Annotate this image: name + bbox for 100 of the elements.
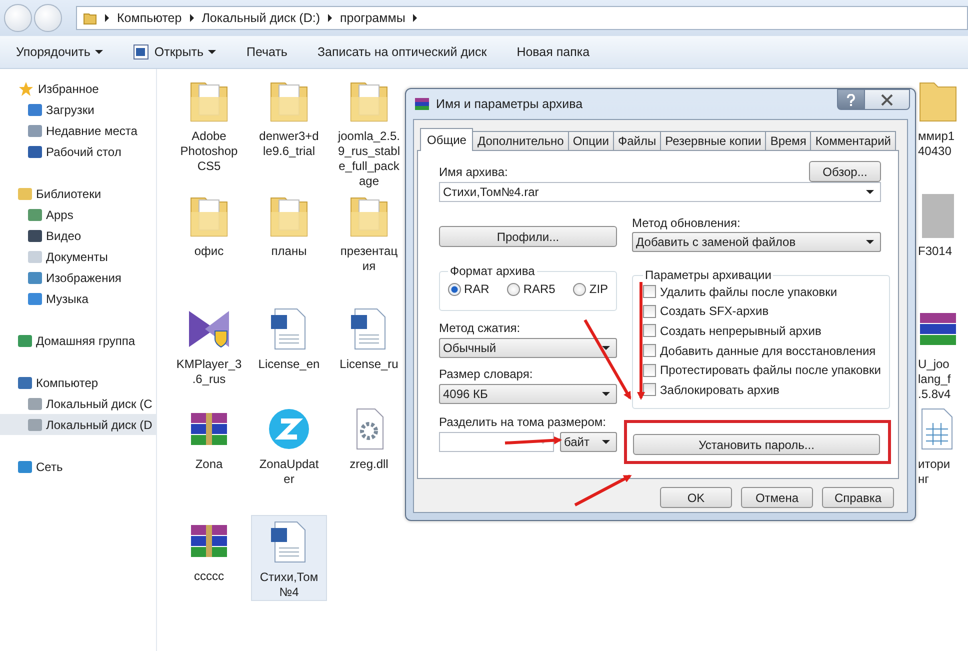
browse-button[interactable]: Обзор... xyxy=(809,161,881,182)
compression-dropdown[interactable]: Обычный xyxy=(439,338,618,358)
checkbox-option[interactable]: Протестировать файлы после упаковки xyxy=(643,360,882,380)
radio-option[interactable]: RAR xyxy=(448,282,490,296)
tab[interactable]: Дополнительно xyxy=(472,131,569,150)
sidebar-item[interactable]: Рабочий стол xyxy=(0,141,156,162)
file-name: License_en xyxy=(258,357,320,372)
chevron-icon[interactable] xyxy=(190,14,194,22)
radio-option[interactable]: RAR5 xyxy=(507,282,556,296)
sidebar-item[interactable]: Локальный диск (C xyxy=(0,393,156,414)
tab[interactable]: Общие xyxy=(420,128,474,151)
file-item[interactable]: zreg.dll xyxy=(329,403,409,515)
file-name: ммир1 40430 xyxy=(918,129,955,159)
chevron-icon[interactable] xyxy=(413,14,418,22)
checkbox-option[interactable]: Удалить файлы после упаковки xyxy=(643,282,882,302)
file-name: Adobe Photoshop CS5 xyxy=(180,129,238,174)
dialog-button[interactable]: Отмена xyxy=(741,487,813,508)
file-item[interactable]: F3014 xyxy=(918,190,968,303)
sidebar-item[interactable]: Документы xyxy=(0,246,156,267)
file-item[interactable]: Стихи,Том №4 xyxy=(251,515,327,601)
chevron-icon[interactable] xyxy=(328,14,332,22)
breadcrumb-item[interactable]: Локальный диск (D:) xyxy=(202,11,320,25)
folder-icon xyxy=(83,11,97,25)
file-name: итори нг xyxy=(918,457,950,487)
file-item[interactable]: Adobe Photoshop CS5 xyxy=(169,75,249,190)
sidebar-item[interactable]: Изображения xyxy=(0,267,156,288)
file-item[interactable]: итори нг xyxy=(918,403,968,515)
sidebar-item[interactable]: Избранное xyxy=(0,78,156,99)
file-item[interactable]: joomla_2.5. 9_rus_stabl e_full_pack age xyxy=(329,75,409,190)
profiles-button[interactable]: Профили... xyxy=(439,226,618,247)
checkbox[interactable] xyxy=(643,364,656,377)
radio-button[interactable] xyxy=(507,282,520,296)
sidebar-item[interactable]: Сеть xyxy=(0,456,156,477)
tab[interactable]: Комментарий xyxy=(810,131,896,150)
file-item[interactable]: U_joo lang_f .5.8v4 xyxy=(918,303,968,403)
sidebar-item[interactable]: Музыка xyxy=(0,288,156,309)
checkbox-option[interactable]: Заблокировать архив xyxy=(643,380,882,400)
archive-name-field[interactable]: Стихи,Том№4.rar xyxy=(439,182,881,202)
option-label: Добавить данные для восстановления xyxy=(660,344,876,358)
file-name: License_ru xyxy=(340,357,398,372)
address-bar[interactable]: Компьютер Локальный диск (D:) программы xyxy=(76,6,968,30)
file-item[interactable]: License_en xyxy=(249,303,329,403)
file-item[interactable]: KMPlayer_3 .6_rus xyxy=(169,303,249,403)
breadcrumb-item[interactable]: программы xyxy=(340,11,406,25)
unit-dropdown[interactable]: байт xyxy=(560,432,618,452)
file-name: U_joo lang_f .5.8v4 xyxy=(918,357,951,402)
checkbox-option[interactable]: Создать непрерывный архив xyxy=(643,321,882,341)
file-item[interactable]: ммир1 40430 xyxy=(918,75,968,190)
checkbox[interactable] xyxy=(643,285,656,298)
file-item[interactable]: планы xyxy=(249,190,329,303)
file-item[interactable]: Zona xyxy=(169,403,249,515)
sidebar-item[interactable]: Видео xyxy=(0,225,156,246)
caret-icon xyxy=(602,346,610,350)
radio-button[interactable] xyxy=(448,282,461,296)
file-item[interactable]: ZonaUpdat er xyxy=(249,403,329,515)
sidebar-item[interactable]: Apps xyxy=(0,204,156,225)
toolbar-button[interactable]: Упорядочить xyxy=(16,42,104,62)
file-name: zreg.dll xyxy=(350,457,388,472)
sidebar-item[interactable]: Домашняя группа xyxy=(0,330,156,351)
volume-size-field[interactable] xyxy=(439,432,554,452)
file-item[interactable]: License_ru xyxy=(329,303,409,403)
dictionary-dropdown[interactable]: 4096 КБ xyxy=(439,384,618,404)
checkbox-option[interactable]: Создать SFX-архив xyxy=(643,302,882,322)
help-button[interactable] xyxy=(837,89,865,110)
file-item[interactable]: офис xyxy=(169,190,249,303)
chevron-icon[interactable] xyxy=(105,14,109,22)
set-password-button[interactable]: Установить пароль... xyxy=(633,434,880,455)
star-icon xyxy=(18,80,34,96)
field-label: Размер словаря: xyxy=(439,367,534,381)
tab[interactable]: Резервные копии xyxy=(660,131,766,150)
toolbar-button[interactable]: Записать на оптический диск xyxy=(317,42,487,62)
radio-button[interactable] xyxy=(573,282,586,296)
file-name: ccccc xyxy=(194,569,224,584)
checkbox[interactable] xyxy=(643,324,656,338)
sidebar-item[interactable]: Локальный диск (D xyxy=(0,414,156,435)
sidebar-item[interactable]: Недавние места xyxy=(0,120,156,141)
checkbox-option[interactable]: Добавить данные для восстановления xyxy=(643,340,882,360)
dialog-button[interactable]: OK xyxy=(660,487,732,508)
sidebar-item[interactable]: Загрузки xyxy=(0,99,156,120)
toolbar-button[interactable]: Открыть xyxy=(133,41,216,63)
breadcrumb-item[interactable]: Компьютер xyxy=(117,11,182,25)
tab[interactable]: Время xyxy=(765,131,812,150)
file-item[interactable]: ccccc xyxy=(169,515,249,615)
checkbox[interactable] xyxy=(643,304,656,318)
file-item[interactable]: презентац ия xyxy=(329,190,409,303)
tab[interactable]: Опции xyxy=(568,131,614,150)
checkbox[interactable] xyxy=(643,383,656,396)
checkbox[interactable] xyxy=(643,344,656,358)
field-label: Метод сжатия: xyxy=(439,321,522,335)
close-button[interactable] xyxy=(865,89,910,110)
radio-option[interactable]: ZIP xyxy=(573,282,608,296)
sidebar-item[interactable]: Компьютер xyxy=(0,372,156,393)
sidebar-item[interactable]: Библиотеки xyxy=(0,183,156,204)
file-item[interactable]: denwer3+d le9.6_trial xyxy=(249,75,329,190)
update-method-dropdown[interactable]: Добавить с заменой файлов xyxy=(632,232,882,252)
toolbar-button[interactable]: Новая папка xyxy=(516,42,590,62)
caret-icon xyxy=(602,440,610,444)
dialog-button[interactable]: Справка xyxy=(822,487,894,508)
toolbar-button[interactable]: Печать xyxy=(246,42,288,62)
tab[interactable]: Файлы xyxy=(612,131,662,150)
